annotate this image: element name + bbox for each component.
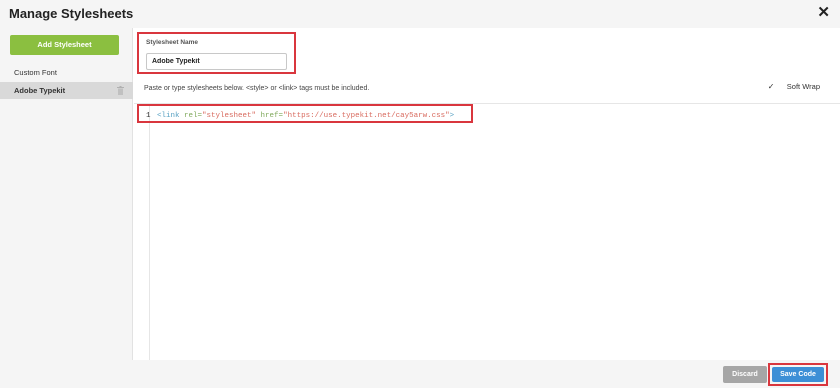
save-highlight: Save Code	[768, 363, 828, 386]
soft-wrap-label: Soft Wrap	[786, 82, 820, 91]
save-code-button[interactable]: Save Code	[772, 367, 824, 382]
editor-gutter	[134, 104, 150, 361]
soft-wrap-toggle[interactable]: ✓ Soft Wrap	[768, 82, 820, 91]
code-val-href: "https://use.typekit.net/cay5arw.css"	[283, 112, 450, 120]
checkbox-icon[interactable]: ✓	[768, 83, 775, 91]
line-number: 1	[146, 112, 151, 120]
code-tag-open: <link	[157, 112, 185, 120]
discard-button[interactable]: Discard	[723, 366, 767, 383]
code-attr-rel: rel=	[184, 112, 203, 120]
trash-icon[interactable]	[117, 86, 124, 95]
stylesheet-name-label: Stylesheet Name	[146, 39, 199, 46]
dialog-header: Manage Stylesheets ✕	[0, 0, 840, 28]
sidebar: Add Stylesheet Custom Font Adobe Typekit	[0, 28, 133, 360]
code-editor[interactable]: 1 <link rel="stylesheet" href="https://u…	[134, 103, 840, 361]
sidebar-item-label: Adobe Typekit	[14, 86, 66, 95]
main-panel: Stylesheet Name Paste or type stylesheet…	[134, 28, 840, 361]
stylesheet-name-group: Stylesheet Name	[137, 32, 296, 74]
code-text: <link rel="stylesheet" href="https://use…	[157, 112, 454, 120]
sidebar-item-custom-font[interactable]: Custom Font	[0, 64, 133, 81]
close-icon[interactable]: ✕	[817, 4, 830, 22]
stylesheet-name-input[interactable]	[146, 53, 287, 70]
dialog-title: Manage Stylesheets	[9, 6, 134, 21]
dialog-footer: Discard Save Code	[0, 360, 840, 388]
code-attr-href: href=	[256, 112, 284, 120]
sidebar-item-label: Custom Font	[14, 68, 57, 77]
code-line-1[interactable]: 1 <link rel="stylesheet" href="https://u…	[137, 104, 473, 123]
add-stylesheet-button[interactable]: Add Stylesheet	[10, 35, 119, 55]
code-val-rel: "stylesheet"	[202, 112, 257, 120]
sidebar-item-adobe-typekit[interactable]: Adobe Typekit	[0, 82, 133, 99]
instructions-text: Paste or type stylesheets below. <style>…	[144, 85, 370, 92]
code-tag-close: >	[449, 112, 455, 120]
stylesheet-list: Custom Font Adobe Typekit	[0, 64, 133, 100]
